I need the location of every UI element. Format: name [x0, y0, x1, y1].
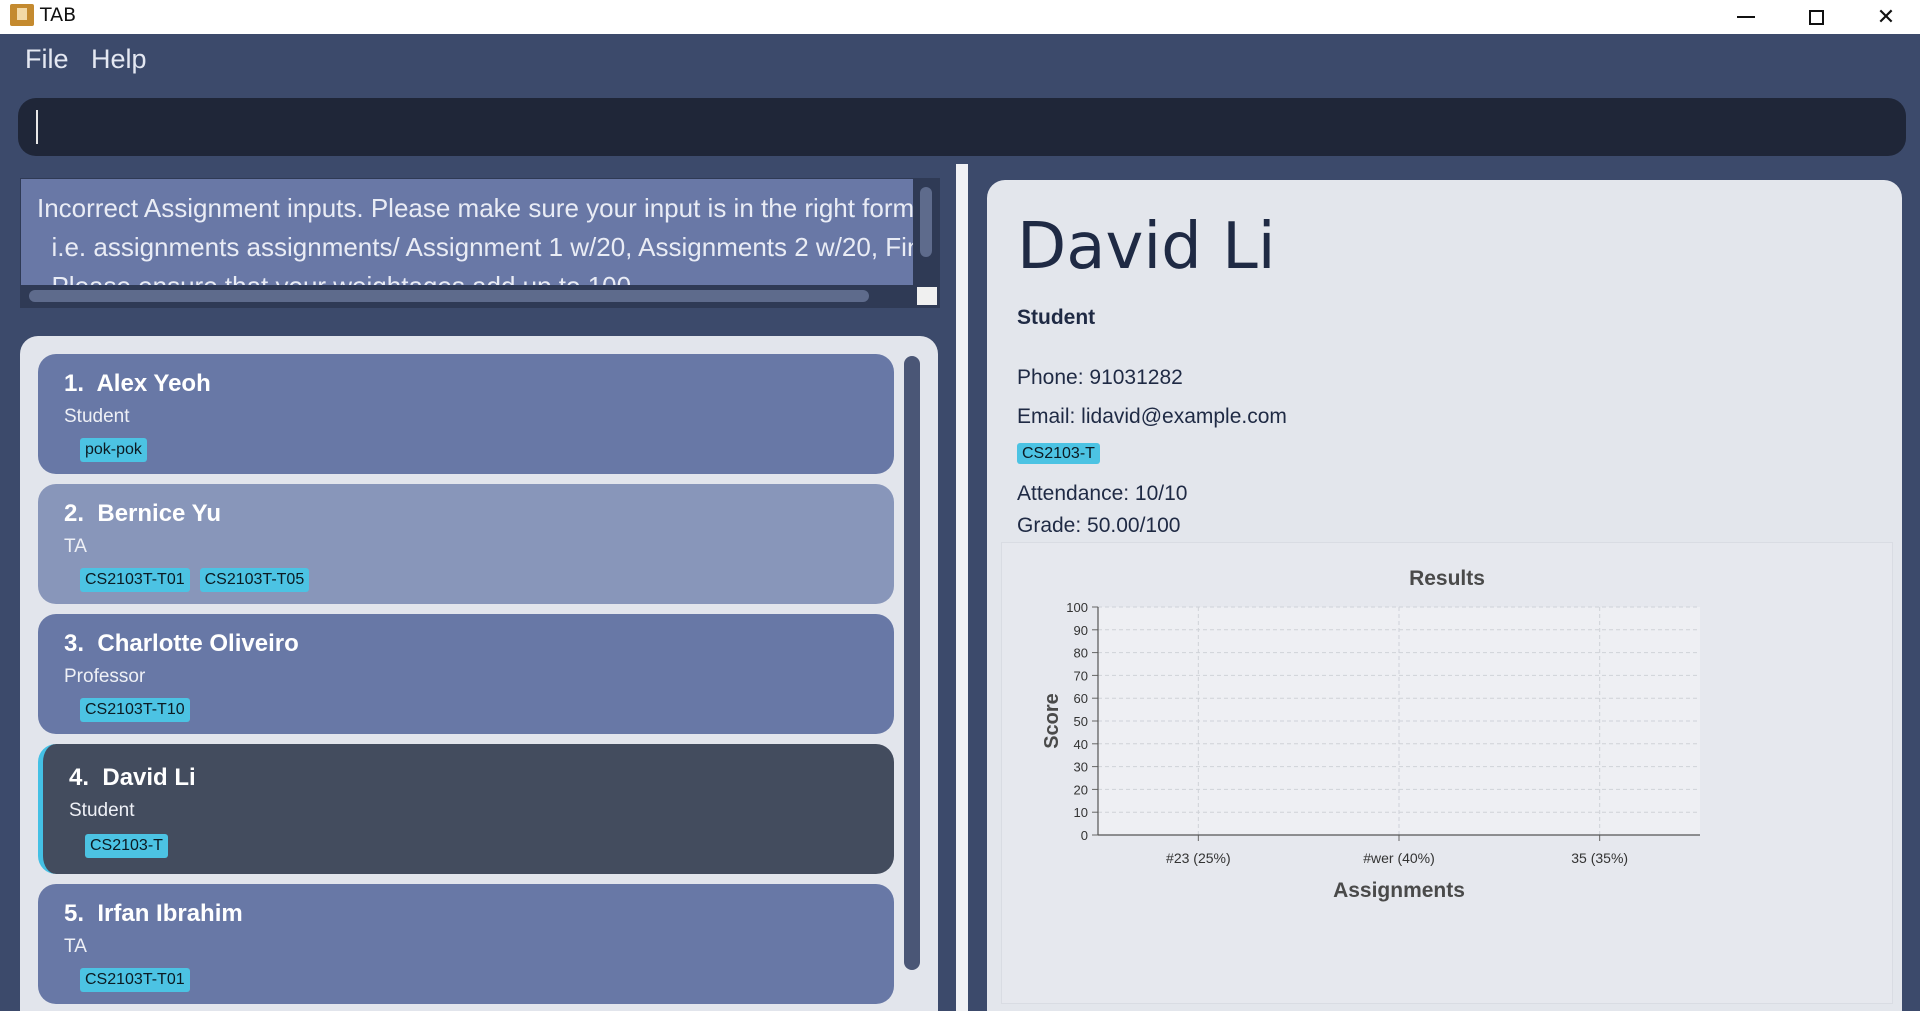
person-role: TA [64, 536, 87, 557]
chart-title: Results [1409, 567, 1485, 590]
person-tag: CS2103T-T10 [80, 698, 190, 722]
y-tick-label: 30 [1074, 760, 1088, 775]
y-tick-label: 40 [1074, 737, 1088, 752]
command-area [0, 88, 1920, 164]
person-list: 1. Alex Yeoh Student pok-pok 2. Bernice … [20, 336, 938, 1011]
person-name: 1. Alex Yeoh [64, 370, 211, 397]
detail-role: Student [1017, 306, 1096, 329]
person-role: Student [64, 406, 130, 427]
results-chart: Results Score Assignments 0 10 20 30 40 50 60 7… [1001, 542, 1893, 1004]
split-divider[interactable] [956, 164, 968, 1011]
app-cup-icon [10, 4, 34, 26]
y-tick-label: 50 [1074, 714, 1088, 729]
person-tag: CS2103T-T05 [199, 568, 310, 592]
y-tick-label: 70 [1074, 668, 1088, 683]
detail-grade: Grade: 50.00/100 [1017, 514, 1181, 537]
person-name: 2. Bernice Yu [64, 500, 221, 527]
detail-email: Email: lidavid@example.com [1017, 405, 1287, 428]
y-tick-label: 60 [1074, 691, 1088, 706]
x-tick-label: #23 (25%) [1166, 850, 1231, 866]
minimize-button[interactable] [1712, 0, 1780, 34]
menu-bar: File Help [0, 34, 1920, 88]
result-horizontal-scroll-thumb[interactable] [29, 290, 869, 302]
detail-tag: CS2103-T [1017, 443, 1100, 464]
chart-plot: 0 10 20 30 40 50 60 70 80 90 100 #23 (25%) #wer (40%… [1066, 600, 1700, 866]
close-button[interactable]: ✕ [1852, 0, 1920, 34]
y-tick-label: 20 [1074, 782, 1088, 797]
person-detail-panel: David Li Student Phone: 91031282 Email: … [987, 180, 1902, 1011]
person-card-5[interactable]: 5. Irfan Ibrahim TA CS2103T-T01 [38, 884, 894, 1004]
result-display[interactable]: Incorrect Assignment inputs. Please make… [20, 178, 940, 308]
result-horizontal-scrollbar[interactable] [21, 285, 913, 307]
y-tick-label: 90 [1074, 623, 1088, 638]
maximize-icon [1808, 9, 1824, 25]
person-tag: pok-pok [80, 438, 147, 462]
x-tick-label: #wer (40%) [1363, 850, 1435, 866]
detail-attendance: Attendance: 10/10 [1017, 482, 1188, 505]
scrollbar-corner [917, 287, 937, 305]
results-chart-svg: Results Score Assignments 0 10 20 30 40 50 60 7… [1041, 567, 1700, 902]
person-tag: CS2103-T [85, 834, 168, 858]
minimize-icon [1737, 16, 1755, 18]
person-name: 4. David Li [69, 764, 196, 791]
y-tick-label: 80 [1074, 646, 1088, 661]
person-card-2[interactable]: 2. Bernice Yu TA CS2103T-T01 CS2103T-T05 [38, 484, 894, 604]
person-role: TA [64, 936, 87, 957]
chart-x-axis-label: Assignments [1333, 879, 1465, 902]
menu-file[interactable]: File [25, 44, 69, 75]
y-tick-label: 10 [1074, 805, 1088, 820]
person-role: Professor [64, 666, 146, 687]
x-tick-label: 35 (35%) [1571, 850, 1628, 866]
close-icon: ✕ [1876, 4, 1896, 29]
chart-y-axis-label: Score [1041, 693, 1063, 749]
detail-name: David Li [1017, 210, 1276, 284]
person-card-4[interactable]: 4. David Li Student CS2103-T [38, 744, 894, 874]
result-vertical-scroll-thumb[interactable] [920, 187, 932, 257]
person-card-1[interactable]: 1. Alex Yeoh Student pok-pok [38, 354, 894, 474]
result-line-2: i.e. assignments assignments/ Assignment… [37, 232, 940, 262]
person-tag: CS2103T-T01 [80, 968, 190, 992]
split-divider-gap [968, 164, 988, 1011]
person-role: Student [69, 800, 135, 821]
person-name: 3. Charlotte Oliveiro [64, 630, 299, 657]
window-title: TAB [40, 4, 77, 26]
menu-help[interactable]: Help [91, 44, 147, 75]
person-name: 5. Irfan Ibrahim [64, 900, 243, 927]
detail-phone: Phone: 91031282 [1017, 366, 1183, 389]
title-bar: TAB ✕ [0, 0, 1920, 34]
person-tag: CS2103T-T01 [80, 568, 190, 592]
y-tick-label: 0 [1081, 828, 1088, 843]
y-tick-label: 100 [1066, 600, 1088, 615]
maximize-button[interactable] [1782, 0, 1850, 34]
command-input[interactable] [18, 98, 1906, 156]
result-line-1: Incorrect Assignment inputs. Please make… [37, 193, 936, 223]
list-vertical-scrollbar[interactable] [904, 356, 920, 970]
text-caret [36, 110, 38, 144]
person-card-3[interactable]: 3. Charlotte Oliveiro Professor CS2103T-… [38, 614, 894, 734]
